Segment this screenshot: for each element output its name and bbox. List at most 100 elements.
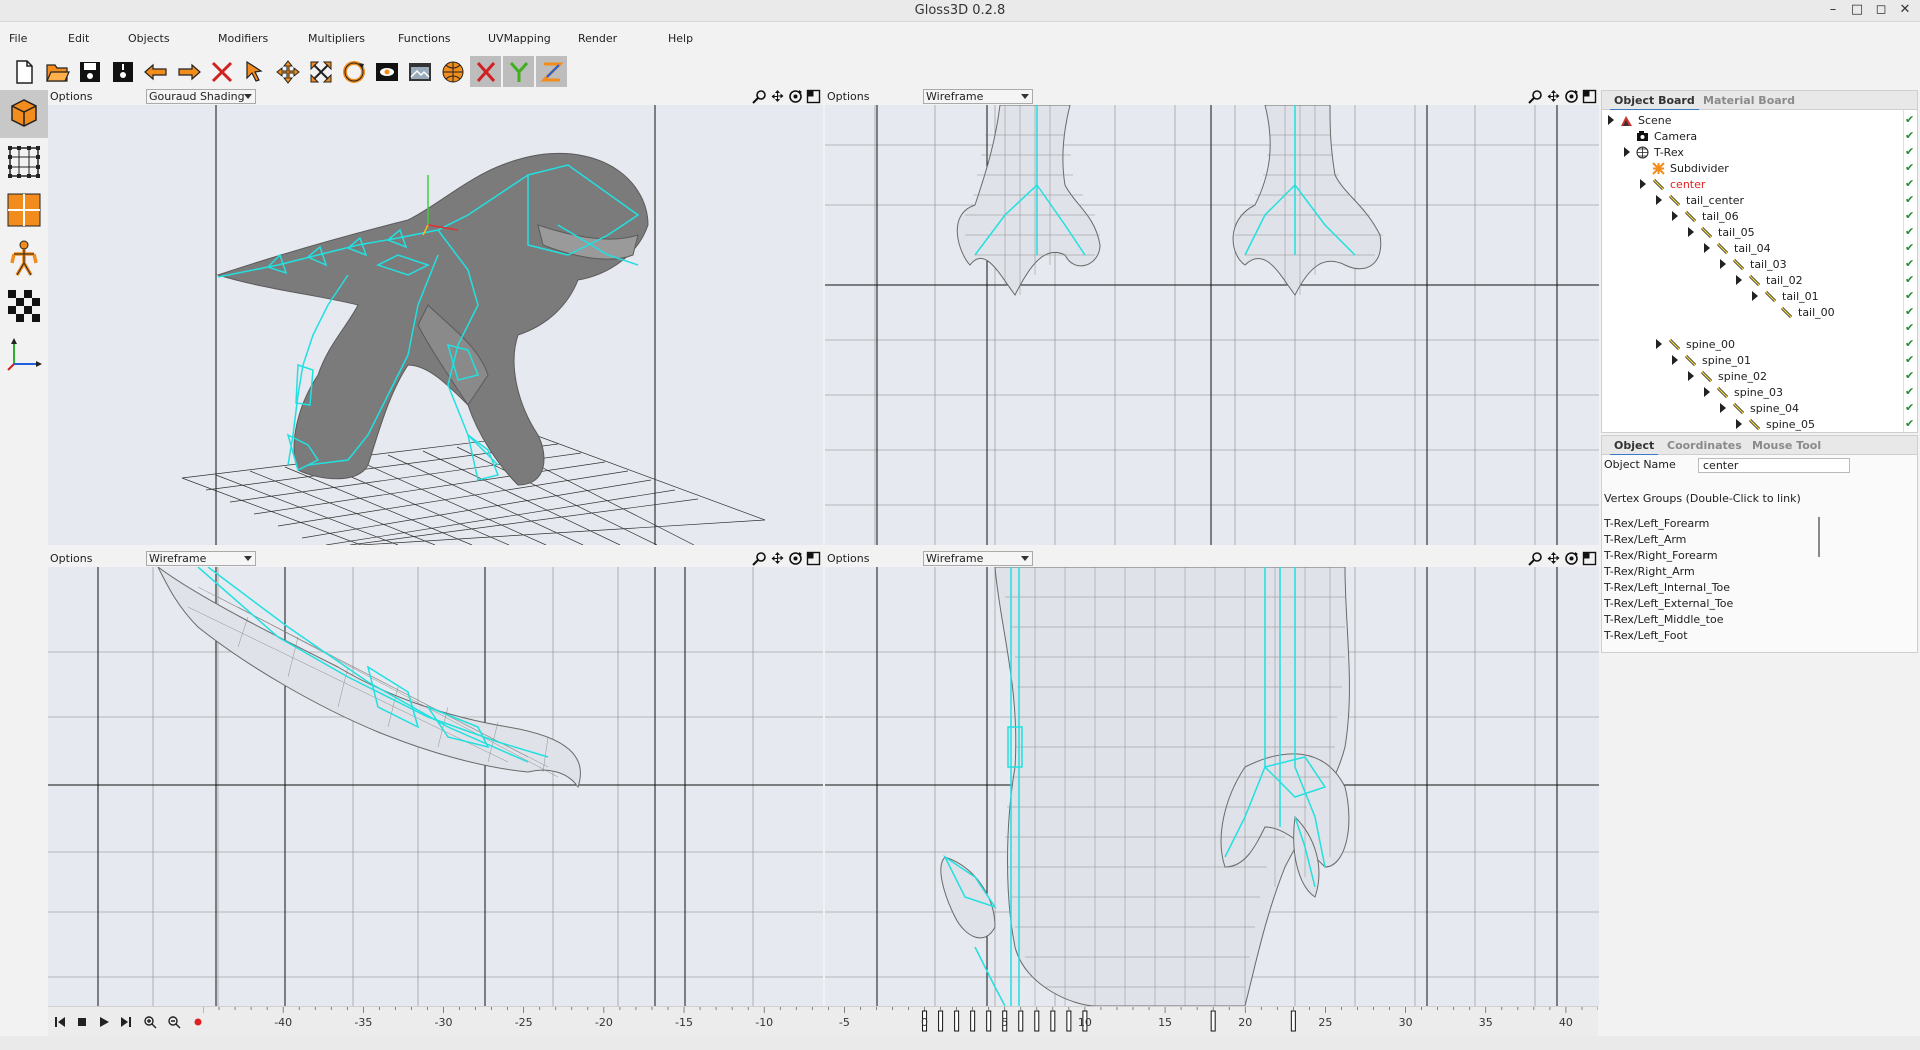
- object-name-input[interactable]: center: [1698, 458, 1850, 473]
- menu-render[interactable]: Render: [578, 32, 617, 45]
- close-button[interactable]: ✕: [1898, 2, 1912, 17]
- visible-check-icon[interactable]: ✔: [1905, 257, 1914, 270]
- pick-arrow-icon[interactable]: [239, 56, 270, 87]
- side-canvas[interactable]: [48, 567, 823, 1006]
- visible-check-icon[interactable]: ✔: [1905, 129, 1914, 142]
- face-mode-icon[interactable]: [0, 186, 48, 234]
- viewport-front[interactable]: Options Wireframe: [825, 88, 1599, 545]
- maximize-view-icon[interactable]: [1582, 551, 1597, 566]
- list-item[interactable]: T-Rex/Left_Foot: [1604, 629, 1688, 642]
- tab-material-board[interactable]: Material Board: [1703, 94, 1795, 107]
- expand-triangle-icon[interactable]: [1720, 403, 1726, 413]
- save-icon[interactable]: [74, 56, 105, 87]
- expand-triangle-icon[interactable]: [1672, 355, 1678, 365]
- viewport-top[interactable]: Options Wireframe: [825, 550, 1599, 1006]
- menu-file[interactable]: File: [9, 32, 27, 45]
- tree-item-tail-04[interactable]: tail_04: [1704, 240, 1771, 256]
- viewport-options-menu[interactable]: Options: [827, 552, 869, 565]
- expand-triangle-icon[interactable]: [1736, 419, 1742, 429]
- rotate-view-icon[interactable]: [788, 89, 803, 104]
- visible-check-icon[interactable]: ✔: [1905, 321, 1914, 334]
- new-file-icon[interactable]: [8, 56, 39, 87]
- undo-icon[interactable]: [140, 56, 171, 87]
- rotate-view-icon[interactable]: [1564, 89, 1579, 104]
- uv-mode-icon[interactable]: [0, 282, 48, 330]
- object-mode-icon[interactable]: [0, 90, 48, 138]
- tab-mouse-tool[interactable]: Mouse Tool: [1752, 439, 1821, 452]
- list-item[interactable]: T-Rex/Right_Arm: [1604, 565, 1695, 578]
- viewport-side[interactable]: Options Wireframe: [48, 550, 823, 1006]
- expand-triangle-icon[interactable]: [1656, 339, 1662, 349]
- list-item[interactable]: T-Rex/Left_Arm: [1604, 533, 1686, 546]
- zoom-view-icon[interactable]: [752, 89, 767, 104]
- axis-x-icon[interactable]: [470, 56, 501, 87]
- front-canvas[interactable]: [825, 105, 1599, 545]
- pan-view-icon[interactable]: [770, 89, 785, 104]
- pan-view-icon[interactable]: [770, 551, 785, 566]
- visible-check-icon[interactable]: ✔: [1905, 177, 1914, 190]
- tab-object[interactable]: Object: [1609, 439, 1659, 456]
- redo-icon[interactable]: [173, 56, 204, 87]
- timeline-ruler[interactable]: -40 -35 -30 -25 -20 -15 -10 -5 0 5 10 15 20 25 30 35 40: [202, 1007, 1599, 1037]
- expand-triangle-icon[interactable]: [1704, 243, 1710, 253]
- rotate-icon[interactable]: [338, 56, 369, 87]
- tree-item-tail-05[interactable]: tail_05: [1688, 224, 1755, 240]
- list-item[interactable]: T-Rex/Right_Forearm: [1604, 549, 1718, 562]
- expand-triangle-icon[interactable]: [1656, 195, 1662, 205]
- visible-check-icon[interactable]: ✔: [1905, 337, 1914, 350]
- maximize-button[interactable]: ◻: [1874, 2, 1888, 17]
- shading-select[interactable]: Wireframe: [146, 551, 256, 566]
- visible-check-icon[interactable]: ✔: [1905, 225, 1914, 238]
- rotate-view-icon[interactable]: [1564, 551, 1579, 566]
- viewport-options-menu[interactable]: Options: [827, 90, 869, 103]
- scale-icon[interactable]: [305, 56, 336, 87]
- tree-item-spine-02[interactable]: spine_02: [1688, 368, 1767, 384]
- axis-y-icon[interactable]: [503, 56, 534, 87]
- list-item[interactable]: T-Rex/Left_Internal_Toe: [1604, 581, 1730, 594]
- minimize-button[interactable]: –: [1826, 2, 1840, 17]
- save-as-icon[interactable]: [107, 56, 138, 87]
- tree-item-spine-01[interactable]: spine_01: [1672, 352, 1751, 368]
- expand-triangle-icon[interactable]: [1736, 275, 1742, 285]
- move-icon[interactable]: [272, 56, 303, 87]
- pan-view-icon[interactable]: [1546, 551, 1561, 566]
- zoom-in-icon[interactable]: [142, 1014, 158, 1030]
- maximize-view-icon[interactable]: [1582, 89, 1597, 104]
- maximize-view-icon[interactable]: [806, 89, 821, 104]
- tree-item-tail-center[interactable]: tail_center: [1656, 192, 1744, 208]
- expand-triangle-icon[interactable]: [1624, 147, 1630, 157]
- menu-uvmapping[interactable]: UVMapping: [488, 32, 551, 45]
- stop-icon[interactable]: [74, 1014, 90, 1030]
- list-item[interactable]: T-Rex/Left_Forearm: [1604, 517, 1709, 530]
- tree-item-spine-00[interactable]: spine_00: [1656, 336, 1735, 352]
- go-start-icon[interactable]: [52, 1014, 68, 1030]
- zoom-out-icon[interactable]: [166, 1014, 182, 1030]
- tree-item-subdivider[interactable]: Subdivider: [1640, 160, 1729, 176]
- perspective-canvas[interactable]: [48, 105, 823, 545]
- visible-check-icon[interactable]: ✔: [1905, 417, 1914, 430]
- tree-item-tail-03[interactable]: tail_03: [1720, 256, 1787, 272]
- shading-select[interactable]: Wireframe: [923, 89, 1033, 104]
- menu-modifiers[interactable]: Modifiers: [218, 32, 268, 45]
- menu-help[interactable]: Help: [668, 32, 693, 45]
- tree-item-tail-02[interactable]: tail_02: [1736, 272, 1803, 288]
- tree-item-spine-05[interactable]: spine_05: [1736, 416, 1815, 432]
- axis-mode-icon[interactable]: [0, 330, 48, 378]
- shading-select[interactable]: Gouraud Shading: [146, 89, 256, 104]
- visible-check-icon[interactable]: ✔: [1905, 113, 1914, 126]
- restore-button[interactable]: □: [1850, 2, 1864, 17]
- rotate-view-icon[interactable]: [788, 551, 803, 566]
- expand-triangle-icon[interactable]: [1672, 211, 1678, 221]
- visible-check-icon[interactable]: ✔: [1905, 161, 1914, 174]
- tab-coordinates[interactable]: Coordinates: [1667, 439, 1742, 452]
- play-icon[interactable]: [96, 1014, 112, 1030]
- maximize-view-icon[interactable]: [806, 551, 821, 566]
- top-canvas[interactable]: [825, 567, 1599, 1006]
- visible-check-icon[interactable]: ✔: [1905, 193, 1914, 206]
- visible-check-icon[interactable]: ✔: [1905, 353, 1914, 366]
- vertex-mode-icon[interactable]: [0, 138, 48, 186]
- open-file-icon[interactable]: [41, 56, 72, 87]
- expand-triangle-icon[interactable]: [1688, 227, 1694, 237]
- menu-edit[interactable]: Edit: [68, 32, 89, 45]
- menu-multipliers[interactable]: Multipliers: [308, 32, 365, 45]
